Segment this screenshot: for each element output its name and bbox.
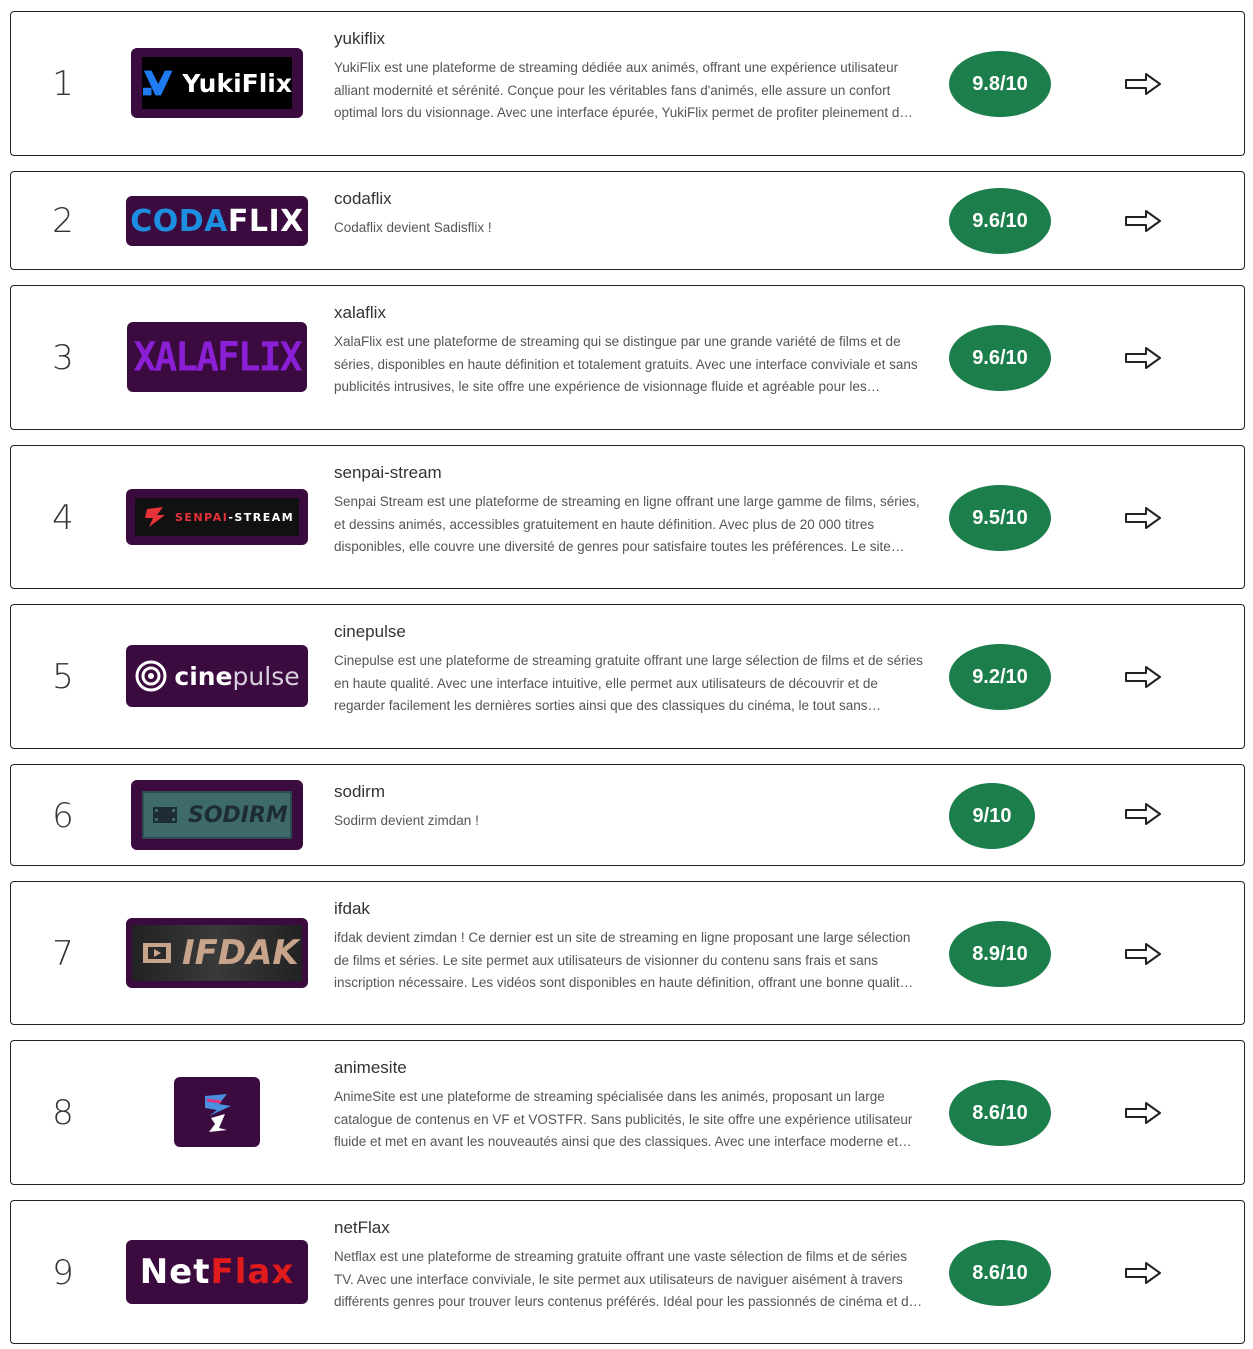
arrow-right-icon[interactable]: [1124, 942, 1162, 966]
site-name[interactable]: sodirm: [334, 782, 385, 802]
site-logo[interactable]: [174, 1077, 260, 1147]
logo-text-b: pulse: [232, 661, 300, 691]
cinepulse-swirl-icon: [135, 660, 167, 692]
site-card-senpai-stream[interactable]: 4 SENPAI-STREAM senpai-stream Senpai Str…: [10, 445, 1245, 589]
rank-number: 7: [52, 934, 74, 974]
rank-number: 5: [52, 657, 74, 697]
score-badge: 9.5/10: [949, 485, 1051, 551]
site-description: AnimeSite est une plateforme de streamin…: [334, 1089, 913, 1149]
logo-text-b: Flax: [210, 1252, 295, 1292]
logo-text-b: -STREAM: [228, 510, 295, 524]
logo-text: cine: [174, 661, 233, 691]
site-description: Sodirm devient zimdan !: [334, 813, 479, 828]
site-card-netflax[interactable]: 9 NetFlax netFlax Netflax est une platef…: [10, 1200, 1245, 1344]
yukiflix-mark-icon: [142, 70, 173, 96]
animesite-logo-icon: [205, 1094, 231, 1132]
logo-text-b: FLIX: [227, 203, 304, 239]
site-description: ifdak devient zimdan ! Ce dernier est un…: [334, 930, 914, 990]
score-badge: 8.6/10: [949, 1240, 1051, 1306]
rank-number: 6: [52, 796, 74, 836]
rank-number: 2: [52, 201, 74, 241]
arrow-right-icon[interactable]: [1124, 1261, 1162, 1285]
arrow-right-icon[interactable]: [1124, 1101, 1162, 1125]
arrow-right-icon[interactable]: [1124, 346, 1162, 370]
site-description: Netflax est une plateforme de streaming …: [334, 1249, 923, 1309]
site-description: XalaFlix est une plateforme de streaming…: [334, 334, 918, 394]
logo-text: YukiFlix: [182, 68, 292, 98]
senpai-mark-icon: [145, 507, 165, 527]
site-logo[interactable]: CODAFLIX: [126, 196, 308, 246]
site-description: Senpai Stream est une plateforme de stre…: [334, 494, 920, 554]
rank-number: 8: [52, 1093, 74, 1133]
site-name[interactable]: ifdak: [334, 899, 370, 919]
site-name[interactable]: senpai-stream: [334, 463, 442, 483]
logo-text: SODIRM: [188, 802, 288, 828]
site-description: Codaflix devient Sadisflix !: [334, 220, 492, 235]
site-logo[interactable]: XALAFLIX: [127, 322, 307, 392]
arrow-right-icon[interactable]: [1124, 209, 1162, 233]
site-card-codaflix[interactable]: 2 CODAFLIX codaflix Codaflix devient Sad…: [10, 171, 1245, 270]
score-badge: 8.9/10: [949, 921, 1051, 987]
site-card-cinepulse[interactable]: 5 cinepulse cinepulse Cinepulse est une …: [10, 604, 1245, 749]
site-name[interactable]: animesite: [334, 1058, 407, 1078]
film-icon: [153, 807, 177, 823]
site-logo[interactable]: SODIRM: [131, 780, 303, 850]
score-badge: 9.6/10: [949, 188, 1051, 254]
logo-text: IFDAK: [182, 933, 299, 973]
rank-number: 4: [52, 498, 74, 538]
film-icon: [143, 943, 171, 963]
logo-text: SENPAI: [175, 510, 229, 524]
score-badge: 8.6/10: [949, 1080, 1051, 1146]
score-badge: 9.8/10: [949, 51, 1051, 117]
arrow-right-icon[interactable]: [1124, 802, 1162, 826]
rank-number: 9: [52, 1253, 74, 1293]
score-badge: 9.2/10: [949, 644, 1051, 710]
site-name[interactable]: cinepulse: [334, 622, 406, 642]
score-badge: 9.6/10: [949, 325, 1051, 391]
site-name[interactable]: codaflix: [334, 189, 392, 209]
site-card-sodirm[interactable]: 6 SODIRM sodirm Sodirm devient zimdan ! …: [10, 764, 1245, 866]
site-logo[interactable]: cinepulse: [126, 645, 308, 707]
logo-text: Net: [139, 1252, 211, 1292]
score-badge: 9/10: [949, 783, 1035, 849]
site-card-yukiflix[interactable]: 1 YukiFlix yukiflix YukiFlix est une pla…: [10, 11, 1245, 156]
arrow-right-icon[interactable]: [1124, 506, 1162, 530]
site-card-xalaflix[interactable]: 3 XALAFLIX xalaflix XalaFlix est une pla…: [10, 285, 1245, 430]
logo-text: CODA: [130, 203, 228, 239]
site-name[interactable]: netFlax: [334, 1218, 390, 1238]
site-logo[interactable]: IFDAK: [126, 918, 308, 988]
site-name[interactable]: xalaflix: [334, 303, 386, 323]
site-description: Cinepulse est une plateforme de streamin…: [334, 653, 923, 713]
logo-text: XALAFLIX: [133, 333, 302, 381]
rank-number: 1: [52, 64, 74, 104]
site-card-ifdak[interactable]: 7 IFDAK ifdak ifdak devient zimdan ! Ce …: [10, 881, 1245, 1025]
site-card-animesite[interactable]: 8 animesite AnimeSite est une plateforme…: [10, 1040, 1245, 1185]
rank-number: 3: [52, 338, 74, 378]
arrow-right-icon[interactable]: [1124, 72, 1162, 96]
site-logo[interactable]: NetFlax: [126, 1240, 308, 1304]
site-logo[interactable]: YukiFlix: [131, 48, 303, 118]
site-name[interactable]: yukiflix: [334, 29, 385, 49]
arrow-right-icon[interactable]: [1124, 665, 1162, 689]
site-description: YukiFlix est une plateforme de streaming…: [334, 60, 913, 120]
site-logo[interactable]: SENPAI-STREAM: [126, 489, 308, 545]
